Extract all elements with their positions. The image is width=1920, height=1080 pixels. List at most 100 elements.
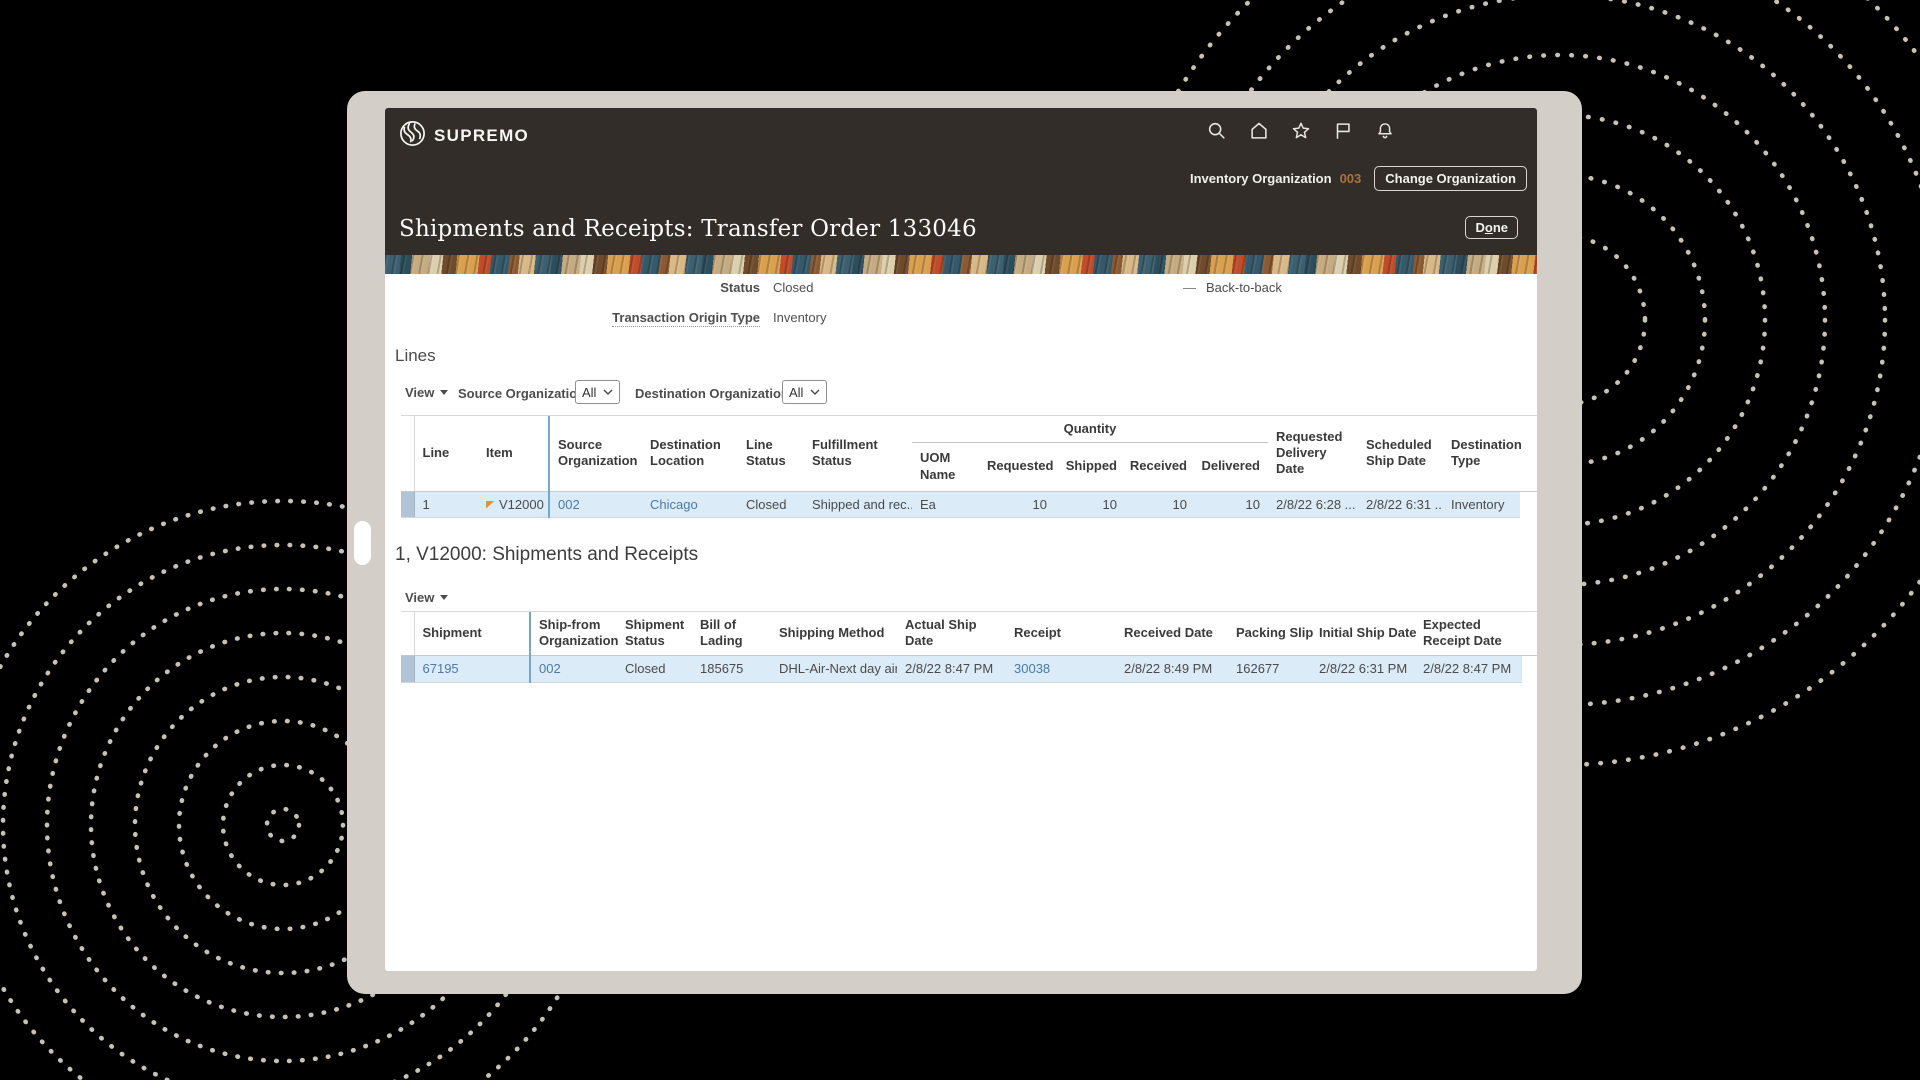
source-organization-filter-label: Source Organization [458,386,585,401]
column-header-shipment: Shipment [414,612,530,655]
shipments-section-heading: 1, V12000: Shipments and Receipts [395,544,698,566]
desktop-background: SUPREMO [0,0,1920,1080]
cell-destination-location: Chicago [642,491,738,517]
cell-requested: 10 [985,491,1055,517]
shipments-view-menu[interactable]: View [405,590,448,605]
shipment-link[interactable]: 67195 [423,661,459,676]
transaction-origin-type-value: Inventory [773,310,826,325]
inventory-organization-value: 003 [1340,171,1362,186]
done-label-part: ne [1493,220,1508,235]
search-icon[interactable] [1205,119,1228,142]
column-header-receipt: Receipt [1006,612,1116,655]
receipt-link[interactable]: 30038 [1014,661,1050,676]
brand-name: SUPREMO [434,126,529,146]
cell-uom-name: Ea [912,491,985,517]
destination-location-link[interactable]: Chicago [650,497,698,512]
row-selector-cell[interactable] [401,491,414,517]
brand-logo: SUPREMO [399,120,529,152]
lines-toolbar: View Source Organization All Destination… [385,380,1537,406]
cell-source-organization: 002 [549,491,642,517]
item-flag-icon [486,501,495,509]
column-header-shipment-status: Shipment Status [617,612,692,655]
shipments-toolbar: View [385,585,1537,611]
item-value: V12000 [499,497,544,512]
cell-destination-type: Inventory [1443,491,1520,517]
column-header-line-status: Line Status [738,416,804,491]
row-selector-header [401,612,414,655]
chevron-down-icon [603,389,613,395]
transaction-origin-type-label: Transaction Origin Type [385,310,760,325]
lines-table: Line Item Source Organization Destinatio… [401,415,1537,518]
column-header-scheduled-ship-date: Scheduled Ship Date [1358,416,1443,491]
inventory-organization-label: Inventory Organization [1190,171,1332,186]
done-label-part: D [1475,220,1484,235]
destination-organization-filter-value: All [789,385,803,400]
cell-delivered: 10 [1195,491,1268,517]
cell-shipment-status: Closed [617,655,692,682]
column-header-delivered: Delivered [1195,442,1268,491]
shipments-table: Shipment Ship-from Organization Shipment… [401,611,1537,683]
lines-table-row[interactable]: 1 V12000 002 Chicago Closed Shipped and … [401,491,1537,517]
cell-ship-from-organization: 002 [530,655,617,682]
column-header-fulfillment-status: Fulfillment Status [804,416,912,491]
column-header-uom-name: UOM Name [912,442,985,491]
status-value: Closed [773,280,813,295]
cell-shipped: 10 [1055,491,1125,517]
column-header-received-date: Received Date [1116,612,1228,655]
column-header-shipped: Shipped [1055,442,1125,491]
lines-view-menu[interactable]: View [405,385,448,400]
destination-organization-filter-label: Destination Organization [635,386,789,401]
column-header-requested-delivery-date: Requested Delivery Date [1268,416,1358,491]
ship-from-organization-link[interactable]: 002 [539,661,561,676]
cell-line: 1 [414,491,478,517]
dropdown-arrow-icon [440,595,448,600]
filler-cell [1520,491,1537,517]
cell-bill-of-lading: 185675 [692,655,771,682]
change-organization-button[interactable]: Change Organization [1374,166,1527,191]
column-header-bill-of-lading: Bill of Lading [692,612,771,655]
cell-receipt: 30038 [1006,655,1116,682]
cell-line-status: Closed [738,491,804,517]
row-selector-cell[interactable] [401,655,414,682]
source-organization-filter-select[interactable]: All [575,380,620,404]
column-header-initial-ship-date: Initial Ship Date [1311,612,1415,655]
chevron-down-icon [810,389,820,395]
cell-fulfillment-status: Shipped and rec... [804,491,912,517]
column-header-received: Received [1125,442,1195,491]
cell-shipment: 67195 [414,655,530,682]
quantity-group-header: Quantity [912,416,1268,442]
favorites-star-icon[interactable] [1289,119,1312,142]
filler-column-header [1520,416,1537,491]
app-header: SUPREMO [385,108,1537,255]
dropdown-arrow-icon [440,390,448,395]
tablet-frame: SUPREMO [347,91,1582,994]
cell-scheduled-ship-date: 2/8/22 6:31 ... [1358,491,1443,517]
done-button[interactable]: Done [1465,216,1518,239]
destination-organization-filter-select[interactable]: All [782,380,827,404]
column-header-requested: Requested [985,442,1055,491]
global-toolbar [1205,119,1396,142]
column-header-destination-type: Destination Type [1443,416,1520,491]
lines-section-heading: Lines [395,346,436,366]
frame-handle [354,521,371,565]
notifications-bell-icon[interactable] [1373,119,1396,142]
back-to-back-label: Back-to-back [1206,280,1282,295]
shipments-table-row[interactable]: 67195 002 Closed 185675 DHL-Air-Next day… [401,655,1537,682]
cell-received-date: 2/8/22 8:49 PM [1116,655,1228,682]
decorative-textile-strip [385,255,1537,274]
column-header-line: Line [414,416,478,491]
cell-expected-receipt-date: 2/8/22 8:47 PM [1415,655,1522,682]
back-to-back-field: —Back-to-back [1183,280,1282,295]
source-organization-link[interactable]: 002 [558,497,580,512]
home-icon[interactable] [1247,119,1270,142]
cell-requested-delivery-date: 2/8/22 6:28 ... [1268,491,1358,517]
supremo-logo-icon [399,120,426,152]
column-header-ship-from-organization: Ship-from Organization [530,612,617,655]
app-window: SUPREMO [385,108,1537,971]
filler-column-header [1522,612,1537,655]
column-header-actual-ship-date: Actual Ship Date [897,612,1006,655]
column-header-destination-location: Destination Location [642,416,738,491]
status-label: Status [385,280,760,295]
flag-icon[interactable] [1331,119,1354,142]
column-header-expected-receipt-date: Expected Receipt Date [1415,612,1522,655]
